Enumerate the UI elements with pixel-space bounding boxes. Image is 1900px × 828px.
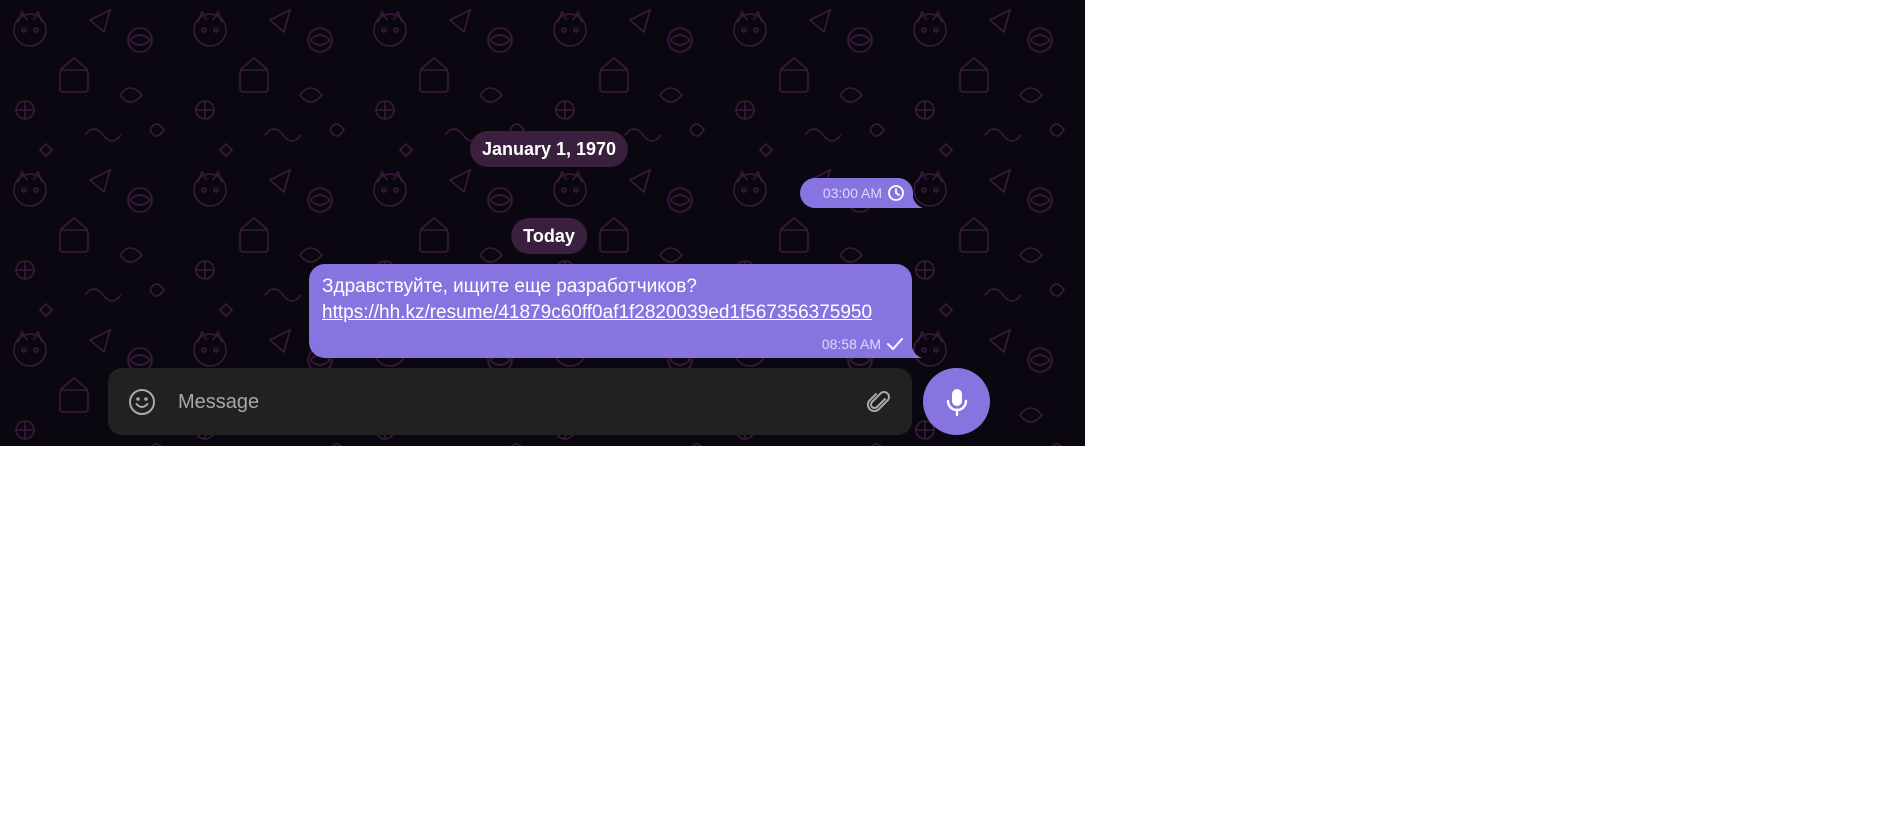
outgoing-message[interactable]: 03:00 AM xyxy=(800,178,923,208)
date-separator: Today xyxy=(511,218,587,254)
message-link[interactable]: https://hh.kz/resume/41879c60ff0af1f2820… xyxy=(322,302,872,323)
message-time: 08:58 AM xyxy=(821,336,881,352)
outgoing-message[interactable]: Здравствуйте, ищите еще разработчиков? h… xyxy=(309,264,922,358)
smile-icon[interactable] xyxy=(127,387,157,417)
message-time: 03:00 AM xyxy=(822,185,882,201)
bubble-tail xyxy=(912,190,923,208)
message-composer xyxy=(108,368,912,435)
voice-record-button[interactable] xyxy=(923,368,990,435)
message-meta: 08:58 AM xyxy=(822,332,904,356)
message-body: Здравствуйте, ищите еще разработчиков? h… xyxy=(322,274,906,326)
microphone-icon xyxy=(946,388,967,416)
single-check-icon xyxy=(887,338,903,350)
date-separator: January 1, 1970 xyxy=(469,131,629,167)
clock-icon xyxy=(888,185,904,201)
chat-panel: January 1, 1970 03:00 AM Today Здравству… xyxy=(0,0,1085,446)
bubble-tail xyxy=(911,340,922,358)
message-meta: 03:00 AM xyxy=(823,178,905,208)
message-input[interactable] xyxy=(176,380,780,424)
message-text: Здравствуйте, ищите еще разработчиков? xyxy=(322,276,697,297)
paperclip-icon[interactable] xyxy=(864,387,894,417)
